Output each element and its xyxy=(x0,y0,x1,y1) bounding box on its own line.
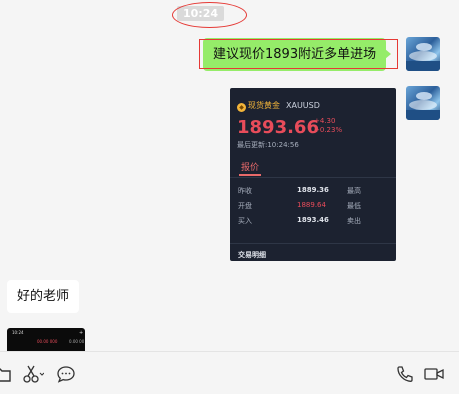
incoming-message-bubble[interactable]: 好的老师 xyxy=(7,280,80,313)
quote-row: 买入 1893.46 卖出 xyxy=(238,216,361,225)
tab-underline xyxy=(239,174,261,176)
tab-quote: 报价 xyxy=(241,163,260,173)
quote-change: +4.30 +0.23% xyxy=(314,117,343,134)
my-avatar[interactable] xyxy=(406,86,440,120)
image-thumbnail[interactable]: 10:24 + 00.00 000 0.00 00 xyxy=(7,328,85,351)
chat-area: 10:24 建议现价1893附近多单进场 ◆ 现货黄金 XAUUSD 1893.66… xyxy=(0,0,459,351)
timestamp-highlight-circle xyxy=(172,2,247,28)
quote-card-header: ◆ 现货黄金 XAUUSD xyxy=(237,100,320,112)
scissors-icon[interactable] xyxy=(22,364,44,384)
quote-card-image[interactable]: ◆ 现货黄金 XAUUSD 1893.66 +4.30 +0.23% 最后更新:10… xyxy=(230,88,396,261)
video-icon[interactable] xyxy=(423,364,445,384)
quote-price: 1893.66 xyxy=(237,117,319,138)
message-highlight-box xyxy=(199,39,398,69)
my-avatar[interactable] xyxy=(406,37,440,71)
gold-coin-icon: ◆ xyxy=(237,103,246,112)
chat-bubble-icon[interactable] xyxy=(56,364,76,384)
quote-updated-time: 最后更新:10:24:56 xyxy=(237,141,299,149)
quote-symbol: XAUUSD xyxy=(286,101,320,110)
folder-icon[interactable] xyxy=(0,364,12,384)
chat-toolbar xyxy=(0,351,459,394)
quote-row: 昨收 1889.36 最高 xyxy=(238,186,361,195)
phone-icon[interactable] xyxy=(395,364,415,384)
trade-details-label: 交易明细 xyxy=(238,251,266,259)
quote-row: 开盘 1889.64 最低 xyxy=(238,201,361,210)
